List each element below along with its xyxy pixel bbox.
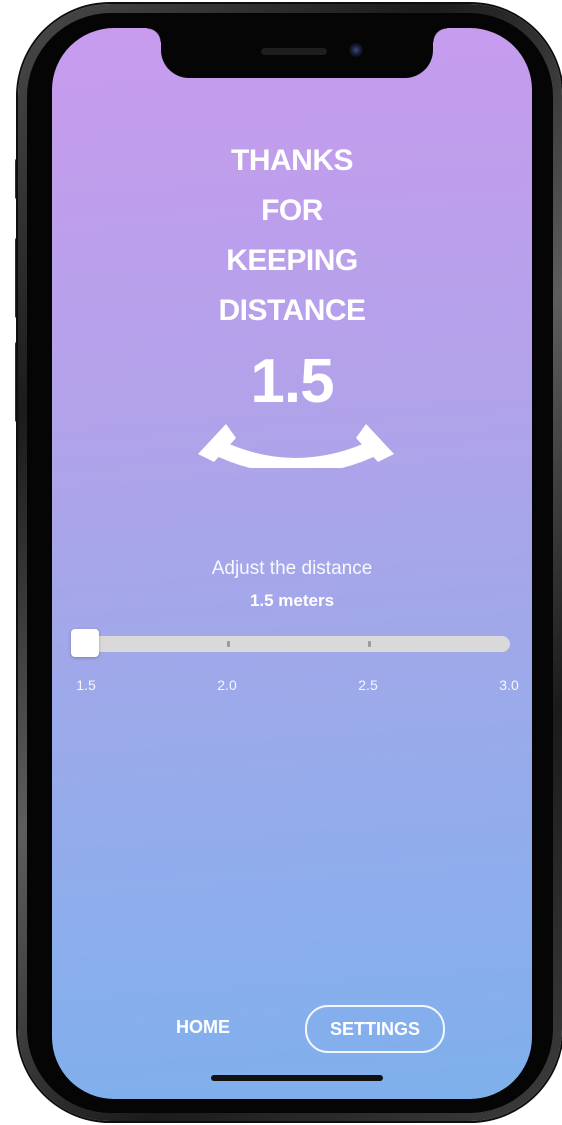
device-mockup: THANKS FOR KEEPING DISTANCE 1.5 Adjust t…	[0, 0, 562, 1125]
distance-slider-track[interactable]	[72, 636, 510, 652]
nav-settings-button[interactable]: SETTINGS	[305, 1005, 445, 1053]
slider-tick-2-0	[227, 641, 230, 647]
headline-line-1: THANKS	[231, 144, 354, 177]
app-screen: THANKS FOR KEEPING DISTANCE 1.5 Adjust t…	[52, 28, 532, 1099]
headline-line-4: DISTANCE	[218, 294, 366, 327]
scale-label-1-5: 1.5	[76, 677, 96, 693]
adjust-distance-label: Adjust the distance	[211, 558, 373, 579]
speaker-grille	[261, 48, 327, 55]
slider-tick-2-5	[368, 641, 371, 647]
nav-home-button[interactable]: HOME	[160, 1017, 246, 1038]
adjust-distance-value: 1.5 meters	[249, 591, 335, 610]
front-camera-icon	[349, 43, 363, 57]
scale-label-2-0: 2.0	[217, 677, 237, 693]
notch	[147, 28, 447, 78]
home-indicator	[211, 1075, 383, 1081]
smile-arc-icon	[198, 424, 394, 468]
headline-line-3: KEEPING	[226, 244, 358, 277]
headline-line-2: FOR	[261, 194, 323, 227]
distance-slider-thumb[interactable]	[71, 629, 99, 657]
scale-label-3-0: 3.0	[499, 677, 519, 693]
scale-label-2-5: 2.5	[358, 677, 378, 693]
